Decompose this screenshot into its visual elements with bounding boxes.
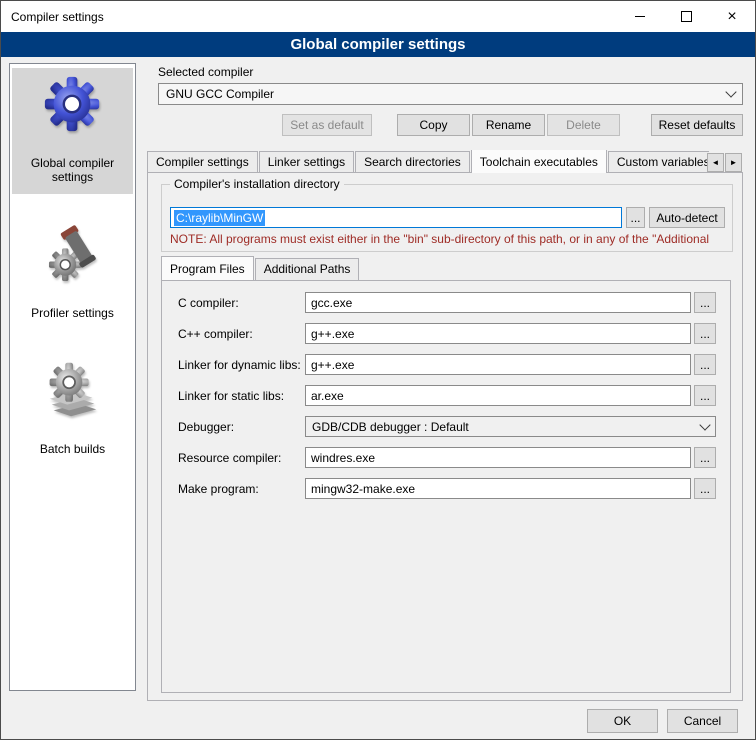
sidebar-item-batch-builds[interactable]: Batch builds: [12, 354, 133, 466]
debugger-select-value: GDB/CDB debugger : Default: [312, 420, 469, 434]
installation-directory-browse-button[interactable]: ...: [626, 207, 645, 228]
settings-sidebar: Global compiler settings: [9, 63, 136, 691]
dialog-header: Global compiler settings: [1, 32, 755, 57]
field-label: C++ compiler:: [178, 327, 305, 341]
installation-directory-input[interactable]: C:\raylib\MinGW: [170, 207, 622, 228]
delete-button: Delete: [547, 114, 620, 136]
maximize-button[interactable]: [663, 1, 709, 32]
program-files-form: C compiler: gcc.exe ... C++ compiler: g+…: [178, 292, 716, 509]
chevron-down-icon: [699, 419, 710, 430]
field-label: Linker for static libs:: [178, 389, 305, 403]
make-program-browse-button[interactable]: ...: [694, 478, 716, 499]
minimize-button[interactable]: [617, 1, 663, 32]
close-button[interactable]: ×: [709, 1, 755, 32]
close-icon: ×: [727, 9, 736, 25]
sidebar-item-label: Global compiler settings: [14, 156, 131, 184]
field-value: ar.exe: [311, 389, 344, 403]
form-row-resource-compiler: Resource compiler: windres.exe ...: [178, 447, 716, 468]
program-files-panel: C compiler: gcc.exe ... C++ compiler: g+…: [161, 280, 731, 693]
form-row-debugger: Debugger: GDB/CDB debugger : Default: [178, 416, 716, 437]
tab-scroll-left-button[interactable]: ◄: [707, 153, 724, 172]
selected-compiler-label: Selected compiler: [158, 65, 253, 79]
field-label: Debugger:: [178, 420, 305, 434]
ok-button[interactable]: OK: [587, 709, 658, 733]
copy-button[interactable]: Copy: [397, 114, 470, 136]
rename-button[interactable]: Rename: [472, 114, 545, 136]
bin-subdirectory-note: NOTE: All programs must exist either in …: [170, 232, 724, 246]
window-title: Compiler settings: [1, 1, 617, 32]
installation-directory-selected-text: C:\raylib\MinGW: [174, 210, 265, 226]
field-label: C compiler:: [178, 296, 305, 310]
tab-compiler-settings[interactable]: Compiler settings: [147, 151, 258, 173]
form-row-cpp-compiler: C++ compiler: g++.exe ...: [178, 323, 716, 344]
debugger-select[interactable]: GDB/CDB debugger : Default: [305, 416, 716, 437]
form-row-dynamic-linker: Linker for dynamic libs: g++.exe ...: [178, 354, 716, 375]
field-value: windres.exe: [311, 451, 375, 465]
field-value: mingw32-make.exe: [311, 482, 415, 496]
program-tabstrip: Program Files Additional Paths: [161, 258, 360, 280]
tab-additional-paths[interactable]: Additional Paths: [255, 258, 360, 280]
set-as-default-button: Set as default: [282, 114, 372, 136]
cancel-button[interactable]: Cancel: [667, 709, 738, 733]
blue-gear-icon: [42, 74, 104, 136]
field-label: Resource compiler:: [178, 451, 305, 465]
form-row-static-linker: Linker for static libs: ar.exe ...: [178, 385, 716, 406]
tab-scroll-right-button[interactable]: ►: [725, 153, 742, 172]
chevron-down-icon: [725, 86, 736, 97]
cpp-compiler-input[interactable]: g++.exe: [305, 323, 691, 344]
sidebar-item-global-compiler-settings[interactable]: Global compiler settings: [12, 68, 133, 194]
static-linker-browse-button[interactable]: ...: [694, 385, 716, 406]
cpp-compiler-browse-button[interactable]: ...: [694, 323, 716, 344]
c-compiler-input[interactable]: gcc.exe: [305, 292, 691, 313]
form-row-make-program: Make program: mingw32-make.exe ...: [178, 478, 716, 499]
tab-toolchain-executables[interactable]: Toolchain executables: [471, 150, 607, 173]
field-label: Make program:: [178, 482, 305, 496]
resource-compiler-input[interactable]: windres.exe: [305, 447, 691, 468]
batch-builds-icon: [42, 360, 104, 422]
field-value: g++.exe: [311, 358, 354, 372]
sidebar-item-profiler-settings[interactable]: Profiler settings: [12, 218, 133, 330]
profiler-tool-icon: [42, 224, 104, 286]
tab-custom-variables[interactable]: Custom variables: [608, 151, 709, 173]
form-row-c-compiler: C compiler: gcc.exe ...: [178, 292, 716, 313]
installation-directory-group: Compiler's installation directory C:\ray…: [161, 184, 733, 252]
compiler-select-value: GNU GCC Compiler: [166, 87, 274, 101]
field-value: gcc.exe: [311, 296, 352, 310]
make-program-input[interactable]: mingw32-make.exe: [305, 478, 691, 499]
installation-directory-group-title: Compiler's installation directory: [170, 177, 344, 191]
tab-linker-settings[interactable]: Linker settings: [259, 151, 354, 173]
auto-detect-button[interactable]: Auto-detect: [649, 207, 725, 228]
settings-tabstrip: Compiler settings Linker settings Search…: [147, 150, 709, 173]
tab-program-files[interactable]: Program Files: [161, 256, 254, 280]
c-compiler-browse-button[interactable]: ...: [694, 292, 716, 313]
tab-search-directories[interactable]: Search directories: [355, 151, 470, 173]
resource-compiler-browse-button[interactable]: ...: [694, 447, 716, 468]
titlebar: Compiler settings ×: [1, 1, 755, 32]
field-value: g++.exe: [311, 327, 354, 341]
sidebar-item-label: Profiler settings: [31, 306, 114, 320]
maximize-icon: [681, 11, 692, 22]
compiler-select[interactable]: GNU GCC Compiler: [158, 83, 743, 105]
static-linker-input[interactable]: ar.exe: [305, 385, 691, 406]
reset-defaults-button[interactable]: Reset defaults: [651, 114, 743, 136]
dynamic-linker-browse-button[interactable]: ...: [694, 354, 716, 375]
sidebar-item-label: Batch builds: [40, 442, 105, 456]
minimize-icon: [635, 16, 645, 17]
dynamic-linker-input[interactable]: g++.exe: [305, 354, 691, 375]
compiler-settings-window: Compiler settings × Global compiler sett…: [0, 0, 756, 740]
tab-scroll-buttons: ◄ ►: [706, 153, 742, 172]
field-label: Linker for dynamic libs:: [178, 358, 305, 372]
